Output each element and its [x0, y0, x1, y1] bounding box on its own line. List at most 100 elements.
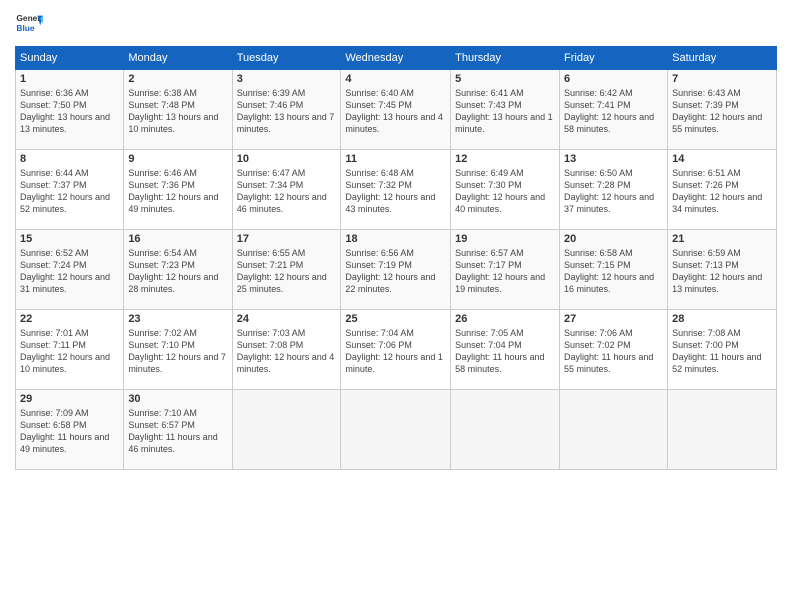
calendar-cell: 10 Sunrise: 6:47 AM Sunset: 7:34 PM Dayli…	[232, 150, 341, 230]
svg-text:Blue: Blue	[16, 23, 34, 33]
day-number: 2	[128, 73, 227, 85]
page: General Blue SundayMondayTuesdayWednesda…	[0, 0, 792, 480]
day-info: Sunrise: 7:04 AM Sunset: 7:06 PM Dayligh…	[345, 327, 446, 376]
calendar-cell: 30 Sunrise: 7:10 AM Sunset: 6:57 PM Dayli…	[124, 390, 232, 470]
day-info: Sunrise: 7:01 AM Sunset: 7:11 PM Dayligh…	[20, 327, 119, 376]
calendar-cell: 9Sunrise: 6:46 AM Sunset: 7:36 PM Daylig…	[124, 150, 232, 230]
day-number: 30	[128, 393, 227, 405]
calendar-cell: 23 Sunrise: 7:02 AM Sunset: 7:10 PM Dayli…	[124, 310, 232, 390]
day-info: Sunrise: 6:59 AM Sunset: 7:13 PM Dayligh…	[672, 247, 772, 296]
calendar-cell: 21 Sunrise: 6:59 AM Sunset: 7:13 PM Dayli…	[668, 230, 777, 310]
day-info: Sunrise: 6:46 AM Sunset: 7:36 PM Dayligh…	[128, 167, 227, 216]
day-info: Sunrise: 6:55 AM Sunset: 7:21 PM Dayligh…	[237, 247, 337, 296]
day-number: 20	[564, 233, 663, 245]
day-info: Sunrise: 6:52 AM Sunset: 7:24 PM Dayligh…	[20, 247, 119, 296]
day-number: 25	[345, 313, 446, 325]
calendar-week-row: 8 Sunrise: 6:44 AM Sunset: 7:37 PM Daylig…	[16, 150, 777, 230]
day-info: Sunrise: 6:42 AM Sunset: 7:41 PM Dayligh…	[564, 87, 663, 136]
calendar-cell: 11 Sunrise: 6:48 AM Sunset: 7:32 PM Dayli…	[341, 150, 451, 230]
calendar-cell: 18 Sunrise: 6:56 AM Sunset: 7:19 PM Dayli…	[341, 230, 451, 310]
day-number: 19	[455, 233, 555, 245]
day-number: 14	[672, 153, 772, 165]
day-info: Sunrise: 7:09 AM Sunset: 6:58 PM Dayligh…	[20, 407, 119, 456]
calendar-cell: 2 Sunrise: 6:38 AM Sunset: 7:48 PM Daylig…	[124, 70, 232, 150]
calendar-cell	[232, 390, 341, 470]
day-number: 10	[237, 153, 337, 165]
calendar-week-row: 15 Sunrise: 6:52 AM Sunset: 7:24 PM Dayli…	[16, 230, 777, 310]
calendar-cell: 4 Sunrise: 6:40 AM Sunset: 7:45 PM Daylig…	[341, 70, 451, 150]
day-info: Sunrise: 7:10 AM Sunset: 6:57 PM Dayligh…	[128, 407, 227, 456]
day-number: 17	[237, 233, 337, 245]
header: General Blue	[15, 10, 777, 38]
day-info: Sunrise: 6:41 AM Sunset: 7:43 PM Dayligh…	[455, 87, 555, 136]
weekday-header: Tuesday	[232, 47, 341, 70]
calendar-cell	[668, 390, 777, 470]
day-info: Sunrise: 6:58 AM Sunset: 7:15 PM Dayligh…	[564, 247, 663, 296]
day-info: Sunrise: 6:36 AM Sunset: 7:50 PM Dayligh…	[20, 87, 119, 136]
day-number: 11	[345, 153, 446, 165]
day-info: Sunrise: 6:43 AM Sunset: 7:39 PM Dayligh…	[672, 87, 772, 136]
day-number: 29	[20, 393, 119, 405]
day-number: 3	[237, 73, 337, 85]
weekday-header: Saturday	[668, 47, 777, 70]
weekday-header: Friday	[560, 47, 668, 70]
calendar-cell: 3Sunrise: 6:39 AM Sunset: 7:46 PM Daylig…	[232, 70, 341, 150]
day-number: 8	[20, 153, 119, 165]
calendar-cell: 19 Sunrise: 6:57 AM Sunset: 7:17 PM Dayli…	[451, 230, 560, 310]
calendar-week-row: 1 Sunrise: 6:36 AM Sunset: 7:50 PM Daylig…	[16, 70, 777, 150]
calendar-cell: 8 Sunrise: 6:44 AM Sunset: 7:37 PM Daylig…	[16, 150, 124, 230]
day-number: 24	[237, 313, 337, 325]
calendar-cell: 16 Sunrise: 6:54 AM Sunset: 7:23 PM Dayli…	[124, 230, 232, 310]
weekday-header-row: SundayMondayTuesdayWednesdayThursdayFrid…	[16, 47, 777, 70]
calendar-cell: 7 Sunrise: 6:43 AM Sunset: 7:39 PM Daylig…	[668, 70, 777, 150]
day-number: 12	[455, 153, 555, 165]
weekday-header: Sunday	[16, 47, 124, 70]
day-number: 1	[20, 73, 119, 85]
day-info: Sunrise: 6:47 AM Sunset: 7:34 PM Dayligh…	[237, 167, 337, 216]
calendar-cell	[560, 390, 668, 470]
day-number: 28	[672, 313, 772, 325]
day-number: 18	[345, 233, 446, 245]
day-info: Sunrise: 6:54 AM Sunset: 7:23 PM Dayligh…	[128, 247, 227, 296]
calendar-cell: 6 Sunrise: 6:42 AM Sunset: 7:41 PM Daylig…	[560, 70, 668, 150]
day-number: 21	[672, 233, 772, 245]
day-info: Sunrise: 6:44 AM Sunset: 7:37 PM Dayligh…	[20, 167, 119, 216]
day-info: Sunrise: 6:49 AM Sunset: 7:30 PM Dayligh…	[455, 167, 555, 216]
day-number: 22	[20, 313, 119, 325]
day-info: Sunrise: 6:50 AM Sunset: 7:28 PM Dayligh…	[564, 167, 663, 216]
day-info: Sunrise: 7:05 AM Sunset: 7:04 PM Dayligh…	[455, 327, 555, 376]
calendar-cell: 1 Sunrise: 6:36 AM Sunset: 7:50 PM Daylig…	[16, 70, 124, 150]
day-number: 13	[564, 153, 663, 165]
day-number: 26	[455, 313, 555, 325]
calendar-cell: 28 Sunrise: 7:08 AM Sunset: 7:00 PM Dayli…	[668, 310, 777, 390]
day-number: 23	[128, 313, 227, 325]
day-number: 7	[672, 73, 772, 85]
calendar-cell: 14Sunrise: 6:51 AM Sunset: 7:26 PM Dayli…	[668, 150, 777, 230]
day-info: Sunrise: 6:48 AM Sunset: 7:32 PM Dayligh…	[345, 167, 446, 216]
calendar-cell: 12 Sunrise: 6:49 AM Sunset: 7:30 PM Dayli…	[451, 150, 560, 230]
calendar-cell: 13 Sunrise: 6:50 AM Sunset: 7:28 PM Dayli…	[560, 150, 668, 230]
day-info: Sunrise: 7:08 AM Sunset: 7:00 PM Dayligh…	[672, 327, 772, 376]
day-number: 16	[128, 233, 227, 245]
calendar-cell: 24Sunrise: 7:03 AM Sunset: 7:08 PM Dayli…	[232, 310, 341, 390]
calendar-cell: 5Sunrise: 6:41 AM Sunset: 7:43 PM Daylig…	[451, 70, 560, 150]
calendar-cell: 22 Sunrise: 7:01 AM Sunset: 7:11 PM Dayli…	[16, 310, 124, 390]
calendar-cell: 27Sunrise: 7:06 AM Sunset: 7:02 PM Dayli…	[560, 310, 668, 390]
day-info: Sunrise: 6:40 AM Sunset: 7:45 PM Dayligh…	[345, 87, 446, 136]
day-info: Sunrise: 6:57 AM Sunset: 7:17 PM Dayligh…	[455, 247, 555, 296]
calendar-cell: 17 Sunrise: 6:55 AM Sunset: 7:21 PM Dayli…	[232, 230, 341, 310]
day-info: Sunrise: 7:02 AM Sunset: 7:10 PM Dayligh…	[128, 327, 227, 376]
calendar-cell: 29 Sunrise: 7:09 AM Sunset: 6:58 PM Dayli…	[16, 390, 124, 470]
day-number: 4	[345, 73, 446, 85]
calendar-cell	[341, 390, 451, 470]
weekday-header: Wednesday	[341, 47, 451, 70]
day-number: 15	[20, 233, 119, 245]
day-info: Sunrise: 6:38 AM Sunset: 7:48 PM Dayligh…	[128, 87, 227, 136]
calendar-week-row: 29 Sunrise: 7:09 AM Sunset: 6:58 PM Dayli…	[16, 390, 777, 470]
logo: General Blue	[15, 10, 43, 38]
calendar-week-row: 22 Sunrise: 7:01 AM Sunset: 7:11 PM Dayli…	[16, 310, 777, 390]
day-info: Sunrise: 6:56 AM Sunset: 7:19 PM Dayligh…	[345, 247, 446, 296]
logo-icon: General Blue	[15, 10, 43, 38]
calendar-cell: 15 Sunrise: 6:52 AM Sunset: 7:24 PM Dayli…	[16, 230, 124, 310]
day-number: 6	[564, 73, 663, 85]
